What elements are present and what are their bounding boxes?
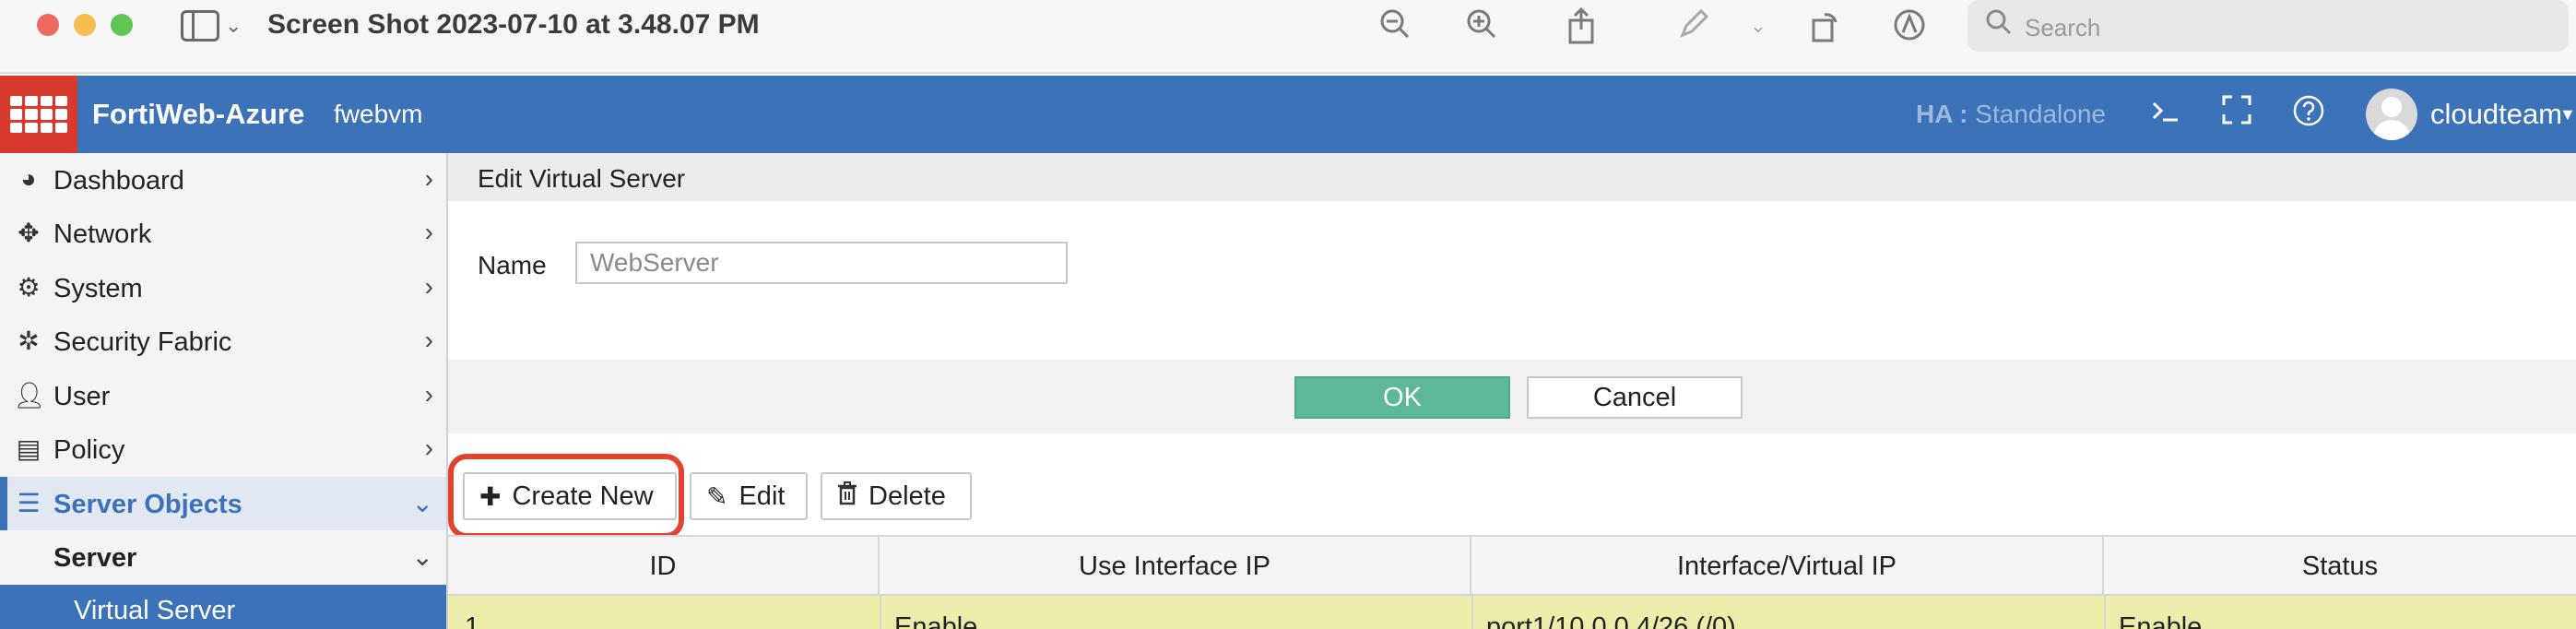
sidebar-item-security-fabric[interactable]: ✲ Security Fabric › xyxy=(0,314,446,368)
product-name: FortiWeb-Azure xyxy=(92,98,305,130)
network-icon: ✥ xyxy=(18,219,40,247)
chevron-down-icon: ⌄ xyxy=(411,542,433,571)
markup-chevron-icon[interactable]: ⌄ xyxy=(1739,7,1778,46)
markup-pen-icon[interactable] xyxy=(1674,7,1713,46)
sidebar-item-label: Policy xyxy=(53,435,125,465)
cancel-button[interactable]: Cancel xyxy=(1527,376,1743,419)
user-icon: 👤︎ xyxy=(13,381,46,409)
panel-header: Edit Virtual Server xyxy=(448,153,2576,201)
sidebar-subitem-label: Virtual Server xyxy=(74,596,236,625)
document-title: Screen Shot 2023-07-10 at 3.48.07 PM xyxy=(267,9,760,40)
table-row[interactable]: 1 Enable port1/10.0.0.4/26 (/0) Enable xyxy=(448,596,2576,629)
column-header-status[interactable]: Status xyxy=(2104,537,2576,596)
sidebar-item-label: Server Objects xyxy=(53,490,242,519)
fullscreen-icon[interactable] xyxy=(2216,94,2257,135)
sidebar-item-label: Security Fabric xyxy=(53,327,232,357)
ha-status-value: Standalone xyxy=(1975,100,2106,128)
sidebar-item-policy[interactable]: ▤ Policy › xyxy=(0,422,446,476)
close-window-button[interactable] xyxy=(37,14,59,36)
chevron-down-icon: ⌄ xyxy=(411,489,433,517)
sidebar-item-label: Network xyxy=(53,220,152,249)
chevron-right-icon: › xyxy=(424,326,433,354)
sidebar-item-system[interactable]: ⚙ System › xyxy=(0,261,446,314)
policy-icon: ▤ xyxy=(16,434,41,463)
sidebar-item-user[interactable]: 👤︎ User › xyxy=(0,369,446,422)
edit-button[interactable]: ✎ Edit xyxy=(690,472,808,520)
fortinet-logo-icon[interactable] xyxy=(0,76,77,153)
delete-button[interactable]: Delete xyxy=(821,472,972,520)
zoom-window-button[interactable] xyxy=(111,14,133,36)
sidebar-item-dashboard[interactable]: ◕ Dashboard › xyxy=(0,153,446,207)
ha-status-label: HA : xyxy=(1916,100,1968,128)
chevron-down-icon[interactable]: ⌄ xyxy=(225,14,242,38)
sidebar-item-label: System xyxy=(53,274,143,303)
sidebar-subitem-label: Server xyxy=(53,543,137,573)
help-icon[interactable] xyxy=(2288,94,2329,135)
ok-button[interactable]: OK xyxy=(1294,376,1510,419)
share-icon[interactable] xyxy=(1562,6,1601,46)
avatar[interactable] xyxy=(2366,89,2417,140)
create-new-button[interactable]: ✚ Create New xyxy=(463,472,677,520)
page-title: Edit Virtual Server xyxy=(478,164,686,193)
sidebar-item-virtual-server[interactable]: Virtual Server xyxy=(0,585,446,629)
cell-divider xyxy=(880,596,881,629)
main-content: Edit Virtual Server Name OK Cancel ✚ Cre… xyxy=(448,153,2576,629)
search-field[interactable]: Search xyxy=(1967,0,2569,52)
user-menu[interactable]: cloudteam xyxy=(2430,98,2562,131)
column-header-interface-virtual-ip[interactable]: Interface/Virtual IP xyxy=(1471,537,2104,596)
cell-status: Enable xyxy=(2119,612,2203,629)
caret-down-icon[interactable]: ▼ xyxy=(2559,105,2576,125)
chevron-right-icon: › xyxy=(424,433,433,462)
cell-use-interface-ip: Enable xyxy=(894,612,978,629)
plus-icon: ✚ xyxy=(479,481,502,511)
sidebar-item-network[interactable]: ✥ Network › xyxy=(0,207,446,260)
cell-interface-virtual-ip: port1/10.0.0.4/26 (/0) xyxy=(1486,612,1736,629)
chevron-right-icon: › xyxy=(424,272,433,301)
sidebar-item-label: Dashboard xyxy=(53,166,184,196)
dashboard-icon: ◕ xyxy=(20,164,37,193)
cli-console-icon[interactable] xyxy=(2145,94,2185,135)
minimize-window-button[interactable] xyxy=(74,14,96,36)
cell-divider xyxy=(2104,596,2106,629)
sidebar: ◕ Dashboard › ✥ Network › ⚙ System › ✲ S… xyxy=(0,153,448,629)
search-icon xyxy=(1984,7,2014,44)
pencil-icon: ✎ xyxy=(706,481,728,511)
name-field[interactable] xyxy=(575,242,1068,284)
search-placeholder: Search xyxy=(2025,14,2101,42)
rotate-icon[interactable] xyxy=(1805,7,1844,46)
delete-label: Delete xyxy=(869,481,946,511)
table-header: ID Use Interface IP Interface/Virtual IP… xyxy=(448,535,2576,596)
trash-icon xyxy=(837,481,857,512)
sidebar-item-server-objects[interactable]: ☰ Server Objects ⌄ xyxy=(0,477,446,530)
sidebar-toggle-icon[interactable] xyxy=(181,10,219,42)
hostname: fwebvm xyxy=(334,100,423,128)
edit-label: Edit xyxy=(739,481,786,511)
cell-divider xyxy=(1471,596,1473,629)
cell-id: 1 xyxy=(465,612,480,629)
app-header: FortiWeb-Azure fwebvm HA : Standalone cl… xyxy=(0,76,2576,153)
chevron-right-icon: › xyxy=(424,218,433,246)
sidebar-item-server[interactable]: Server ⌄ xyxy=(0,530,446,584)
create-new-label: Create New xyxy=(512,481,654,511)
name-label: Name xyxy=(478,251,547,279)
form-footer: OK Cancel xyxy=(448,360,2576,433)
zoom-in-icon[interactable] xyxy=(1462,7,1501,46)
column-header-id[interactable]: ID xyxy=(448,537,880,596)
chevron-right-icon: › xyxy=(424,380,433,409)
ha-status: HA : Standalone xyxy=(1916,100,2106,129)
annotate-icon[interactable] xyxy=(1890,7,1929,46)
window-toolbar: ⌄ Screen Shot 2023-07-10 at 3.48.07 PM ⌄… xyxy=(0,0,2576,74)
server-objects-icon: ☰ xyxy=(17,489,41,517)
sidebar-item-label: User xyxy=(53,382,111,411)
column-header-use-interface-ip[interactable]: Use Interface IP xyxy=(880,537,1471,596)
gear-icon: ⚙ xyxy=(17,273,41,302)
chevron-right-icon: › xyxy=(424,164,433,193)
zoom-out-icon[interactable] xyxy=(1376,7,1414,46)
security-fabric-icon: ✲ xyxy=(18,326,40,355)
